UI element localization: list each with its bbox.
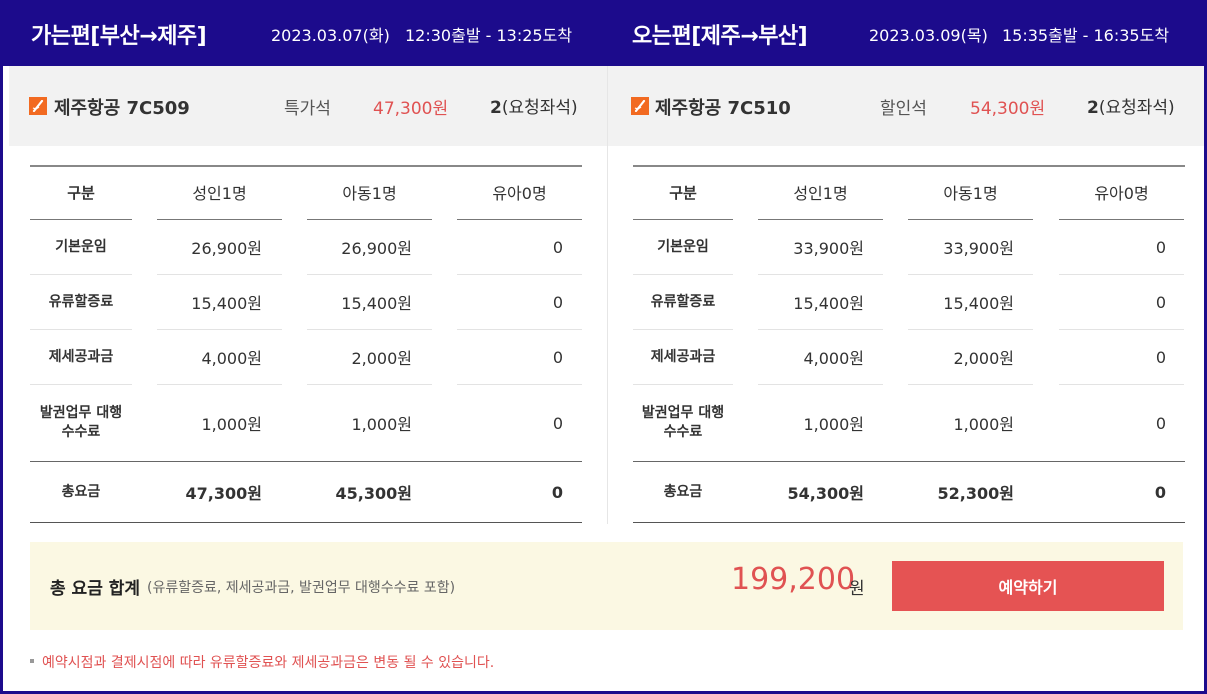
- total-label: 총요금: [663, 483, 703, 500]
- outbound-time: 12:30출발 - 13:25도착: [405, 26, 573, 45]
- total-child: 45,300원: [335, 484, 412, 503]
- infant-value: 0: [1155, 347, 1166, 367]
- table-bottom-border: [633, 522, 1185, 523]
- row-label: 기본운임: [55, 238, 107, 255]
- outbound-date: 2023.03.07(화): [271, 26, 390, 45]
- infant-value: 0: [1155, 292, 1166, 312]
- adult-value: 4,000원: [201, 349, 262, 368]
- adult-value: 26,900원: [191, 239, 262, 258]
- adult-value: 15,400원: [191, 294, 262, 313]
- inbound-fare: 54,300원: [970, 99, 1046, 119]
- col-header-category: 구분: [67, 183, 95, 202]
- row-label: 발권업무 대행 수수료: [39, 405, 123, 440]
- jeju-air-logo-icon: [29, 97, 47, 115]
- total-summary: 총 요금 합계 (유류할증료, 제세공과금, 발권업무 대행수수료 포함) 19…: [30, 542, 1183, 630]
- inbound-date: 2023.03.09(목): [869, 26, 988, 45]
- col-header-category: 구분: [669, 183, 697, 202]
- child-value: 1,000원: [351, 415, 412, 434]
- infant-value: 0: [552, 413, 563, 433]
- total-label: 총요금: [61, 483, 101, 500]
- row-label: 제세공과금: [48, 348, 114, 365]
- adult-value: 15,400원: [793, 294, 864, 313]
- jeju-air-logo-icon: [631, 97, 649, 115]
- adult-value: 1,000원: [803, 415, 864, 434]
- infant-value: 0: [552, 292, 563, 312]
- child-value: 33,900원: [943, 239, 1014, 258]
- col-header-child: 아동1명: [342, 184, 397, 203]
- outbound-title: 가는편[부산→제주]: [31, 24, 207, 49]
- adult-value: 4,000원: [803, 349, 864, 368]
- inbound-seats-note: (요청좌석): [1098, 98, 1175, 118]
- outbound-airline: 제주항공 7C509: [54, 98, 190, 119]
- child-value: 2,000원: [953, 349, 1014, 368]
- infant-value: 0: [1155, 413, 1166, 433]
- fare-change-notice: 예약시점과 결제시점에 따라 유류할증료와 제세공과금은 변동 될 수 있습니다…: [30, 652, 494, 672]
- adult-value: 33,900원: [793, 239, 864, 258]
- row-label: 유류할증료: [650, 293, 716, 310]
- infant-value: 0: [1155, 237, 1166, 257]
- outbound-seats: 2(요청좌석): [490, 93, 578, 118]
- total-unit: 원: [849, 579, 865, 599]
- total-amount: 199,200: [731, 562, 856, 597]
- infant-value: 0: [552, 347, 563, 367]
- total-child: 52,300원: [937, 484, 1014, 503]
- row-label: 발권업무 대행 수수료: [641, 405, 725, 440]
- inbound-flight-info: 제주항공 7C510 할인석 54,300원 2(요청좌석): [608, 66, 1204, 146]
- outbound-seat-class: 특가석: [284, 99, 331, 119]
- col-header-infant: 유아0명: [492, 184, 547, 203]
- col-header-child: 아동1명: [943, 184, 998, 203]
- inbound-header: 오는편[제주→부산] 2023.03.09(목) 15:35출발 - 16:35…: [607, 0, 1205, 66]
- inbound-airline: 제주항공 7C510: [655, 98, 791, 119]
- child-value: 2,000원: [351, 349, 412, 368]
- child-value: 15,400원: [341, 294, 412, 313]
- inbound-seats: 2(요청좌석): [1087, 93, 1175, 118]
- row-label: 기본운임: [657, 238, 709, 255]
- col-header-infant: 유아0명: [1094, 184, 1149, 203]
- total-adult: 47,300원: [185, 484, 262, 503]
- inbound-time: 15:35출발 - 16:35도착: [1002, 26, 1170, 45]
- total-adult: 54,300원: [787, 484, 864, 503]
- col-header-adult: 성인1명: [192, 184, 247, 203]
- child-value: 15,400원: [943, 294, 1014, 313]
- outbound-header: 가는편[부산→제주] 2023.03.07(화) 12:30출발 - 13:25…: [9, 0, 607, 66]
- outbound-fare: 47,300원: [373, 99, 449, 119]
- summary-note: (유류할증료, 제세공과금, 발권업무 대행수수료 포함): [147, 580, 456, 596]
- outbound-flight-info: 제주항공 7C509 특가석 47,300원 2(요청좌석): [9, 66, 607, 146]
- inbound-seats-count: 2: [1087, 98, 1099, 118]
- inbound-title: 오는편[제주→부산]: [632, 24, 808, 49]
- infant-value: 0: [552, 237, 563, 257]
- table-bottom-border: [30, 522, 582, 523]
- row-label: 유류할증료: [48, 293, 114, 310]
- bullet-icon: [30, 659, 34, 663]
- child-value: 1,000원: [953, 415, 1014, 434]
- adult-value: 1,000원: [201, 415, 262, 434]
- book-button[interactable]: 예약하기: [892, 561, 1164, 611]
- total-infant: 0: [551, 482, 563, 502]
- outbound-seats-note: (요청좌석): [501, 98, 578, 118]
- summary-title: 총 요금 합계: [50, 579, 141, 599]
- inbound-seat-class: 할인석: [880, 99, 927, 119]
- col-header-adult: 성인1명: [793, 184, 848, 203]
- child-value: 26,900원: [341, 239, 412, 258]
- outbound-seats-count: 2: [490, 98, 502, 118]
- notice-text: 예약시점과 결제시점에 따라 유류할증료와 제세공과금은 변동 될 수 있습니다…: [42, 655, 495, 671]
- total-infant: 0: [1154, 482, 1166, 502]
- row-label: 제세공과금: [650, 348, 716, 365]
